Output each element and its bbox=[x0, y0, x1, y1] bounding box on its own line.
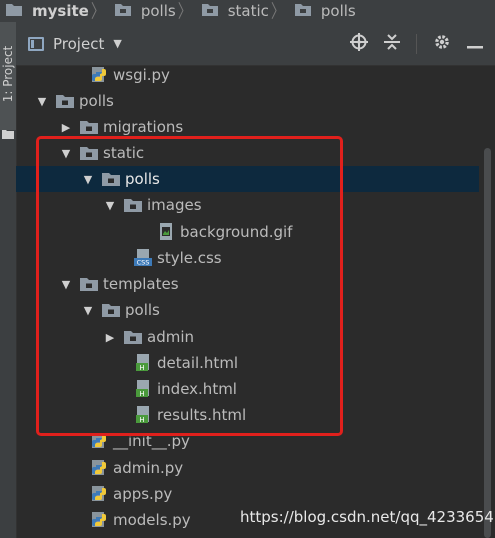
project-view-icon bbox=[28, 36, 44, 51]
locate-file-icon[interactable] bbox=[350, 32, 368, 55]
scrollbar-thumb[interactable] bbox=[484, 148, 491, 538]
folder-icon bbox=[6, 2, 22, 20]
gear-icon[interactable] bbox=[433, 33, 451, 55]
breadcrumb-label: polls bbox=[140, 2, 176, 20]
breadcrumb: mysite 〉 polls 〉 static 〉 polls bbox=[0, 0, 495, 22]
tree-row[interactable]: wsgi.py bbox=[16, 66, 479, 88]
breadcrumb-item-mysite[interactable]: mysite bbox=[0, 0, 89, 22]
tree-row[interactable]: apps.py bbox=[16, 481, 479, 507]
hide-panel-icon[interactable] bbox=[467, 34, 483, 53]
tree-row-label: models.py bbox=[113, 511, 191, 529]
python-file-icon bbox=[90, 66, 108, 84]
expand-arrow-down-icon[interactable]: ▼ bbox=[36, 95, 48, 108]
python-file-icon bbox=[90, 459, 108, 477]
folder-icon bbox=[114, 2, 131, 20]
python-file-icon bbox=[90, 511, 108, 529]
project-tool-window-button[interactable]: 1: Project bbox=[0, 22, 16, 139]
collapse-all-icon[interactable] bbox=[384, 33, 400, 55]
chevron-right-icon: 〉 bbox=[177, 1, 192, 22]
folder-icon bbox=[201, 2, 218, 20]
folder-icon bbox=[56, 94, 74, 108]
tree-row-label: wsgi.py bbox=[113, 66, 170, 84]
tree-row-label: migrations bbox=[103, 118, 184, 136]
tree-row-label: polls bbox=[79, 92, 114, 110]
watermark: https://blog.csdn.net/qq_42336547 bbox=[240, 508, 495, 526]
breadcrumb-item-polls-current[interactable]: polls bbox=[289, 0, 356, 22]
tree-row-label: admin.py bbox=[113, 459, 184, 477]
breadcrumb-item-polls[interactable]: polls bbox=[109, 0, 176, 22]
expand-arrow-right-icon[interactable]: ▶ bbox=[60, 121, 72, 134]
breadcrumb-label: static bbox=[227, 2, 269, 20]
project-view-selector[interactable]: Project bbox=[53, 35, 104, 53]
breadcrumb-label: mysite bbox=[32, 2, 89, 20]
project-tool-window-label: 1: Project bbox=[1, 45, 15, 103]
project-panel-header: Project ▼ bbox=[16, 22, 495, 66]
python-file-icon bbox=[90, 485, 108, 503]
annotation-highlight-box bbox=[36, 136, 343, 436]
tree-row-label: apps.py bbox=[113, 485, 173, 503]
dropdown-caret-icon[interactable]: ▼ bbox=[113, 37, 121, 50]
tree-row[interactable]: ▼ polls bbox=[16, 88, 479, 114]
breadcrumb-item-static[interactable]: static bbox=[196, 0, 269, 22]
chevron-right-icon: 〉 bbox=[90, 1, 105, 22]
tree-row[interactable]: admin.py bbox=[16, 455, 479, 481]
folder-icon bbox=[2, 124, 14, 143]
folder-icon bbox=[80, 120, 98, 134]
folder-icon bbox=[294, 2, 311, 20]
toolbar-divider bbox=[416, 33, 417, 54]
breadcrumb-label: polls bbox=[320, 2, 356, 20]
vertical-scrollbar[interactable] bbox=[479, 66, 495, 538]
chevron-right-icon: 〉 bbox=[270, 1, 285, 22]
